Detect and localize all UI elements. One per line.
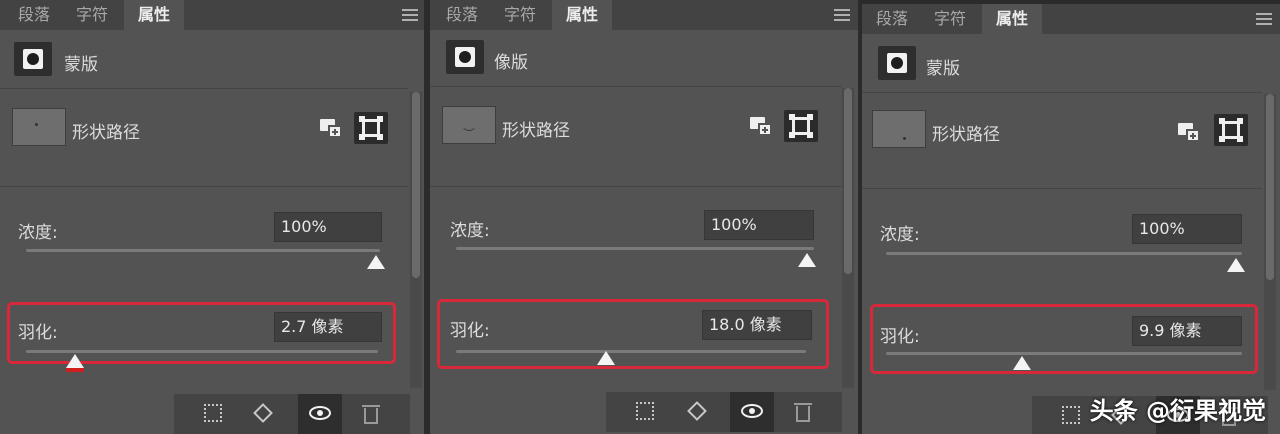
density-slider-handle[interactable]	[798, 253, 816, 267]
properties-panel-2: 段落 字符 属性 像版 形状路径 浓度: 100% 羽化: 18.0 像素	[430, 0, 858, 434]
path-thumbnail[interactable]	[12, 108, 66, 146]
scrollbar[interactable]	[410, 92, 422, 388]
trash-icon[interactable]	[794, 403, 812, 422]
panel-title: 蒙版	[926, 59, 960, 79]
tab-character[interactable]: 字符	[922, 4, 978, 34]
eye-icon	[309, 406, 331, 420]
eye-toggle[interactable]	[730, 392, 774, 432]
apply-mask-icon[interactable]	[253, 403, 273, 423]
eye-icon	[741, 404, 763, 418]
density-slider[interactable]	[456, 247, 814, 250]
density-label: 浓度:	[18, 223, 58, 243]
density-slider[interactable]	[886, 252, 1242, 255]
tab-paragraph[interactable]: 段落	[8, 0, 60, 30]
dotted-select-icon[interactable]	[636, 402, 654, 420]
tab-bar: 段落 字符 属性	[430, 0, 858, 30]
eye-toggle[interactable]	[298, 394, 342, 434]
tab-paragraph[interactable]: 段落	[436, 0, 488, 30]
density-label: 浓度:	[880, 225, 920, 245]
density-slider-handle[interactable]	[1227, 258, 1245, 272]
feather-label: 羽化:	[18, 323, 58, 343]
panel-title: 像版	[494, 53, 528, 73]
tab-bar: 段落 字符 属性	[0, 0, 424, 30]
mask-icon	[878, 46, 916, 80]
trash-icon[interactable]	[362, 405, 380, 424]
add-mask-icon[interactable]	[1176, 121, 1202, 143]
tab-properties[interactable]: 属性	[124, 0, 184, 30]
feather-handle-marker	[66, 368, 84, 372]
feather-slider-handle[interactable]	[1013, 356, 1031, 370]
feather-slider[interactable]	[456, 350, 806, 353]
panel-footer	[174, 394, 410, 434]
watermark: 头条 @衍果视觉	[1089, 397, 1266, 425]
mask-icon	[446, 40, 484, 74]
mask-icon	[14, 42, 52, 76]
feather-slider-handle[interactable]	[597, 351, 615, 365]
density-input[interactable]: 100%	[1132, 214, 1242, 244]
menu-icon[interactable]	[1256, 13, 1272, 25]
select-mask-icon[interactable]	[784, 110, 818, 142]
path-thumbnail[interactable]	[872, 110, 926, 148]
dotted-select-icon[interactable]	[204, 404, 222, 422]
density-input[interactable]: 100%	[704, 210, 814, 240]
feather-label: 羽化:	[450, 321, 490, 341]
scrollbar[interactable]	[1264, 94, 1276, 390]
feather-slider[interactable]	[886, 352, 1242, 355]
feather-slider-handle[interactable]	[66, 354, 84, 368]
feather-input[interactable]: 2.7 像素	[274, 312, 382, 342]
dotted-select-icon[interactable]	[1062, 406, 1080, 424]
panel-footer	[606, 392, 842, 432]
add-mask-icon[interactable]	[318, 117, 344, 139]
path-label: 形状路径	[502, 121, 570, 141]
tab-properties[interactable]: 属性	[982, 4, 1042, 34]
path-thumbnail[interactable]	[442, 106, 496, 144]
density-label: 浓度:	[450, 221, 490, 241]
select-mask-icon[interactable]	[1214, 114, 1248, 146]
density-slider-handle[interactable]	[367, 255, 385, 269]
tab-character[interactable]: 字符	[64, 0, 120, 30]
density-input[interactable]: 100%	[274, 212, 382, 242]
scrollbar[interactable]	[842, 88, 854, 388]
tab-paragraph[interactable]: 段落	[866, 4, 918, 34]
select-mask-icon[interactable]	[354, 112, 388, 144]
properties-panel-1: 段落 字符 属性 蒙版 形状路径 浓度: 100% 羽化: 2.7 像素	[0, 0, 424, 434]
density-slider[interactable]	[26, 249, 380, 252]
feather-slider[interactable]	[26, 350, 378, 353]
tab-properties[interactable]: 属性	[552, 0, 612, 30]
path-label: 形状路径	[932, 125, 1000, 145]
feather-label: 羽化:	[880, 327, 920, 347]
panel-title: 蒙版	[64, 55, 98, 75]
tab-character[interactable]: 字符	[492, 0, 548, 30]
feather-input[interactable]: 9.9 像素	[1132, 316, 1242, 346]
add-mask-icon[interactable]	[748, 115, 774, 137]
feather-input[interactable]: 18.0 像素	[702, 310, 812, 340]
path-label: 形状路径	[72, 123, 140, 143]
apply-mask-icon[interactable]	[687, 401, 707, 421]
tab-bar: 段落 字符 属性	[862, 4, 1280, 34]
menu-icon[interactable]	[834, 9, 850, 21]
properties-panel-3: 段落 字符 属性 蒙版 形状路径 浓度: 100% 羽化: 9.9 像素	[862, 4, 1280, 434]
menu-icon[interactable]	[402, 9, 418, 21]
